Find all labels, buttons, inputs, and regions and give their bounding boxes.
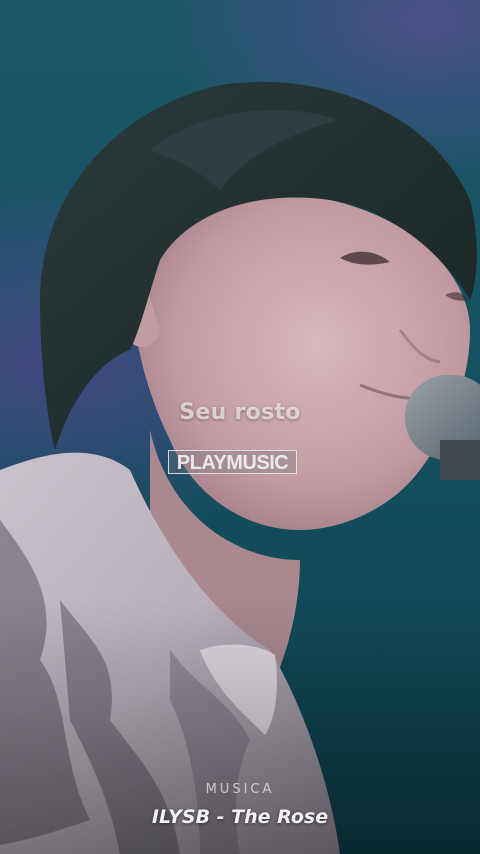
lyric-subtitle: Seu rosto: [179, 400, 301, 425]
song-title: ILYSB - The Rose: [151, 806, 329, 828]
playmusic-watermark: PLAYMUSIC: [168, 450, 297, 474]
music-label: MUSICA: [205, 782, 275, 797]
video-frame[interactable]: Seu rosto PLAYMUSIC MUSICA ILYSB - The R…: [0, 0, 480, 854]
bottom-vignette: [0, 0, 480, 854]
